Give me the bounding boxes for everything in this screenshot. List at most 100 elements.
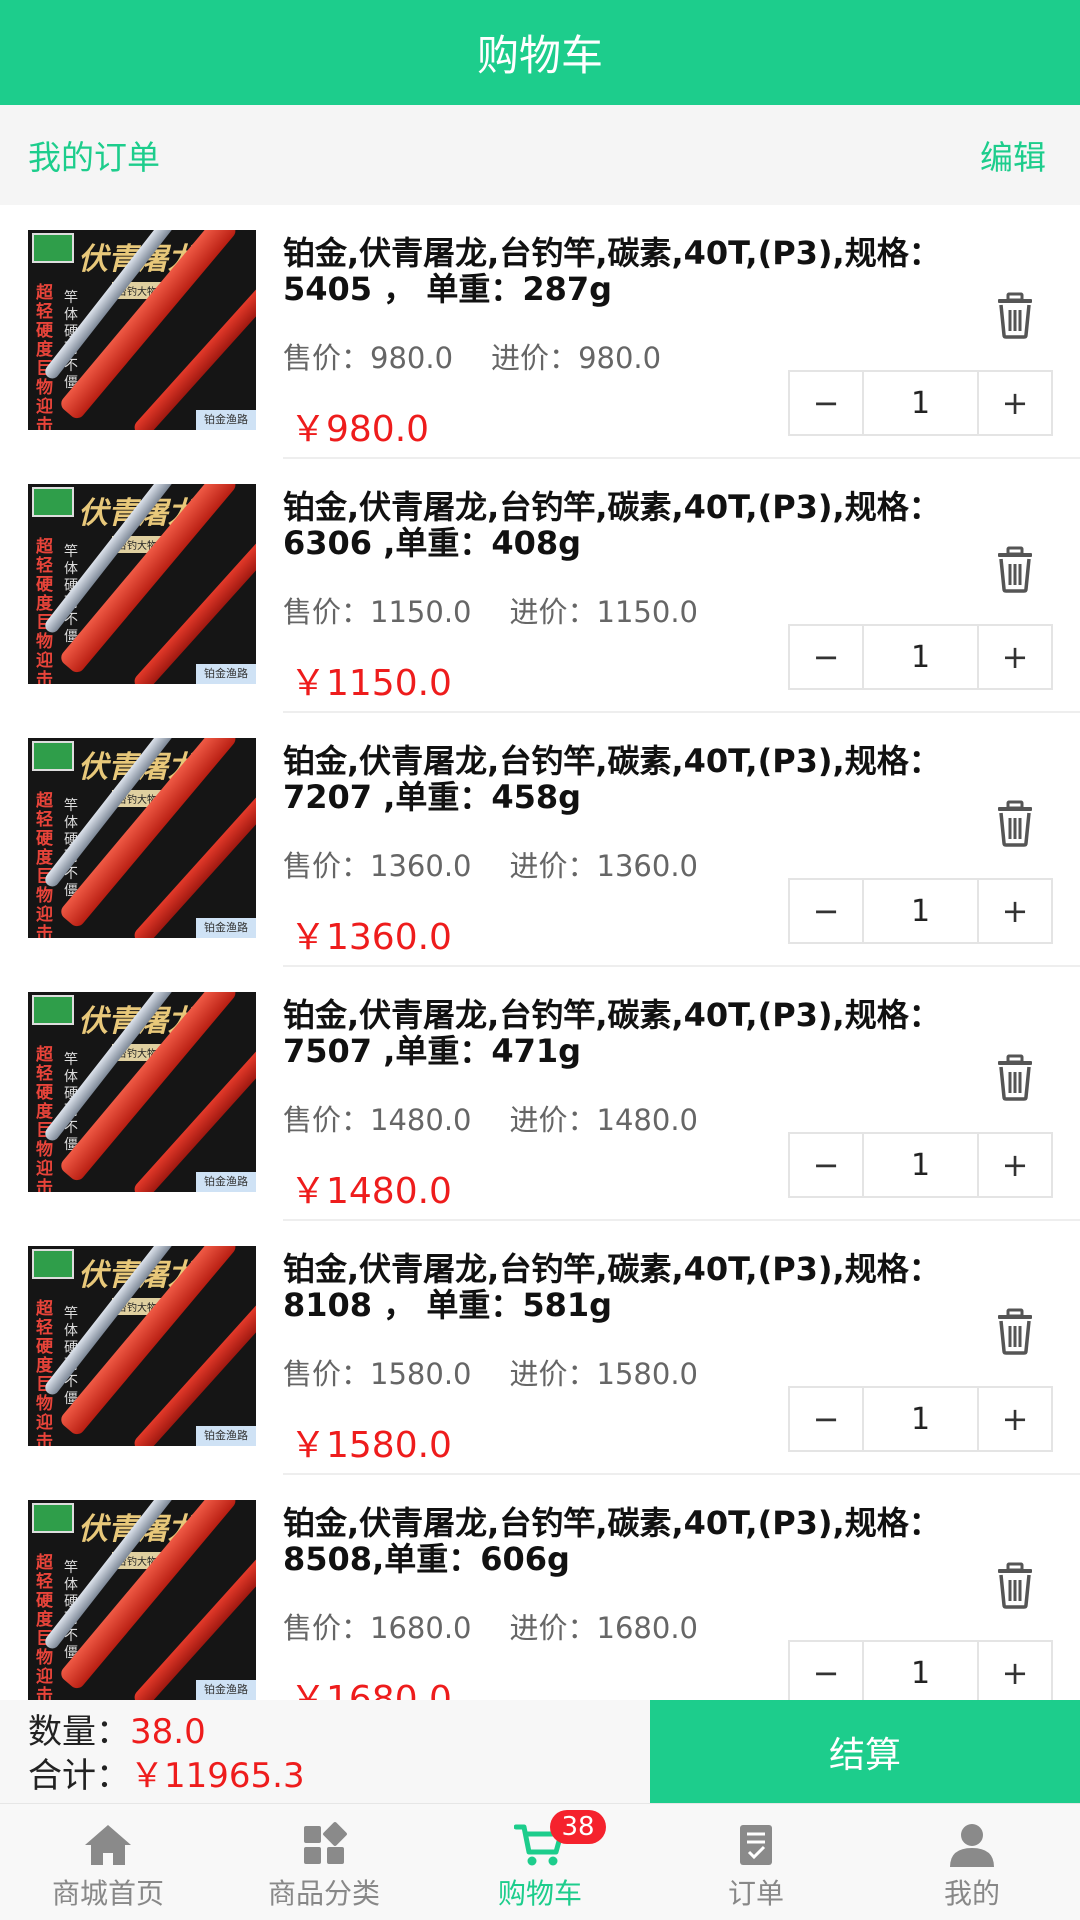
product-image-slogan-left: 超轻硬度巨物迎击	[36, 1299, 53, 1447]
cost-price-label: 进价：	[509, 1103, 597, 1137]
cart-item: 伏青屠龙 台钓大物竿 超轻硬度巨物迎击 竿体硬而不僵 铂金渔路 铂金,伏青屠龙,…	[0, 1221, 1080, 1475]
increase-button[interactable]: +	[979, 880, 1051, 942]
decrease-button[interactable]: −	[790, 1134, 862, 1196]
my-orders-link[interactable]: 我的订单	[28, 131, 160, 179]
count-value: 38.0	[130, 1712, 206, 1752]
item-price: ￥1680.0	[290, 1679, 452, 1700]
sale-price-label: 售价：	[283, 1357, 371, 1391]
price-info: 售价：1680.0 进价：1680.0	[283, 1605, 698, 1647]
product-image-slogan-left: 超轻硬度巨物迎击	[36, 283, 53, 431]
cost-price-label: 进价：	[509, 1357, 597, 1391]
product-image-slogan-left: 超轻硬度巨物迎击	[36, 537, 53, 685]
cost-price-label: 进价：	[509, 849, 597, 883]
trash-icon[interactable]	[990, 290, 1040, 340]
trash-icon[interactable]	[990, 798, 1040, 848]
sale-price-label: 售价：	[283, 341, 371, 375]
quantity-value[interactable]: 1	[862, 1642, 979, 1700]
tab-label: 购物车	[497, 1877, 582, 1910]
cost-price-value: 1360.0	[596, 849, 698, 883]
product-title: 铂金,伏青屠龙,台钓竿,碳素,40T,(P3),规格：7207 ,单重：458g	[283, 742, 941, 816]
price-info: 售价：1360.0 进价：1360.0	[283, 843, 698, 885]
product-title: 铂金,伏青屠龙,台钓竿,碳素,40T,(P3),规格：7507 ,单重：471g	[283, 996, 941, 1070]
product-image[interactable]: 伏青屠龙 台钓大物竿 超轻硬度巨物迎击 竿体硬而不僵 铂金渔路	[28, 738, 256, 938]
item-price: ￥1580.0	[290, 1425, 452, 1466]
product-image-caption: 铂金渔路	[196, 918, 256, 938]
brand-logo	[32, 1249, 74, 1279]
quantity-value[interactable]: 1	[862, 626, 979, 688]
increase-button[interactable]: +	[979, 372, 1051, 434]
trash-icon[interactable]	[990, 1306, 1040, 1356]
tab-profile[interactable]: 我的	[864, 1804, 1080, 1920]
tab-orders[interactable]: 订单	[648, 1804, 864, 1920]
sale-price-value: 1480.0	[370, 1103, 472, 1137]
quantity-stepper: − 1 +	[788, 1640, 1053, 1700]
decrease-button[interactable]: −	[790, 372, 862, 434]
cost-price-value: 1680.0	[596, 1611, 698, 1645]
tab-home[interactable]: 商城首页	[0, 1804, 216, 1920]
total-label: 合计：	[28, 1756, 130, 1796]
sale-price-value: 1360.0	[370, 849, 472, 883]
quantity-stepper: − 1 +	[788, 1386, 1053, 1452]
cost-price-label: 进价：	[509, 595, 597, 629]
decrease-button[interactable]: −	[790, 626, 862, 688]
tab-label: 我的	[943, 1877, 1000, 1910]
sale-price-value: 1680.0	[370, 1611, 472, 1645]
product-image[interactable]: 伏青屠龙 台钓大物竿 超轻硬度巨物迎击 竿体硬而不僵 铂金渔路	[28, 484, 256, 684]
quantity-value[interactable]: 1	[862, 1388, 979, 1450]
product-image-slogan-left: 超轻硬度巨物迎击	[36, 1045, 53, 1193]
tab-category[interactable]: 商品分类	[216, 1804, 432, 1920]
sale-price-label: 售价：	[283, 595, 371, 629]
cost-price-label: 进价：	[491, 341, 579, 375]
cart-subbar: 我的订单 编辑	[0, 105, 1080, 205]
cart-summary: 数量：38.0 合计：￥11965.3	[28, 1710, 305, 1798]
trash-icon[interactable]	[990, 1052, 1040, 1102]
quantity-stepper: − 1 +	[788, 624, 1053, 690]
bottom-tab-bar: 商城首页 商品分类 38 购物车 订单 我的	[0, 1803, 1080, 1920]
price-info: 售价：1480.0 进价：1480.0	[283, 1097, 698, 1139]
brand-logo	[32, 487, 74, 517]
cost-price-label: 进价：	[509, 1611, 597, 1645]
tab-cart[interactable]: 38 购物车	[432, 1804, 648, 1920]
trash-icon[interactable]	[990, 1560, 1040, 1610]
increase-button[interactable]: +	[979, 1642, 1051, 1700]
product-image[interactable]: 伏青屠龙 台钓大物竿 超轻硬度巨物迎击 竿体硬而不僵 铂金渔路	[28, 992, 256, 1192]
tab-label: 商城首页	[51, 1877, 164, 1910]
item-price: ￥1150.0	[290, 663, 452, 704]
settle-button[interactable]: 结算	[650, 1700, 1080, 1803]
cart-item-list[interactable]: 伏青屠龙 台钓大物竿 超轻硬度巨物迎击 竿体硬而不僵 铂金渔路 铂金,伏青屠龙,…	[0, 205, 1080, 1700]
product-title: 铂金,伏青屠龙,台钓竿,碳素,40T,(P3),规格：8108 ， 单重：581…	[283, 1250, 941, 1324]
item-price: ￥1480.0	[290, 1171, 452, 1212]
cost-price-value: 1580.0	[596, 1357, 698, 1391]
sale-price-label: 售价：	[283, 1611, 371, 1645]
product-image[interactable]: 伏青屠龙 台钓大物竿 超轻硬度巨物迎击 竿体硬而不僵 铂金渔路	[28, 1246, 256, 1446]
product-image-caption: 铂金渔路	[196, 410, 256, 430]
brand-logo	[32, 741, 74, 771]
quantity-value[interactable]: 1	[862, 372, 979, 434]
tab-label: 商品分类	[267, 1877, 380, 1910]
decrease-button[interactable]: −	[790, 1388, 862, 1450]
quantity-value[interactable]: 1	[862, 1134, 979, 1196]
product-image-caption: 铂金渔路	[196, 664, 256, 684]
product-image[interactable]: 伏青屠龙 台钓大物竿 超轻硬度巨物迎击 竿体硬而不僵 铂金渔路	[28, 230, 256, 430]
edit-button[interactable]: 编辑	[980, 131, 1046, 179]
quantity-stepper: − 1 +	[788, 1132, 1053, 1198]
order-icon	[740, 1825, 772, 1865]
cart-item: 伏青屠龙 台钓大物竿 超轻硬度巨物迎击 竿体硬而不僵 铂金渔路 铂金,伏青屠龙,…	[0, 205, 1080, 459]
price-info: 售价：980.0 进价：980.0	[283, 335, 661, 377]
decrease-button[interactable]: −	[790, 1642, 862, 1700]
trash-icon[interactable]	[990, 544, 1040, 594]
quantity-value[interactable]: 1	[862, 880, 979, 942]
increase-button[interactable]: +	[979, 626, 1051, 688]
brand-logo	[32, 995, 74, 1025]
decrease-button[interactable]: −	[790, 880, 862, 942]
product-image[interactable]: 伏青屠龙 台钓大物竿 超轻硬度巨物迎击 竿体硬而不僵 铂金渔路	[28, 1500, 256, 1700]
increase-button[interactable]: +	[979, 1134, 1051, 1196]
cart-item: 伏青屠龙 台钓大物竿 超轻硬度巨物迎击 竿体硬而不僵 铂金渔路 铂金,伏青屠龙,…	[0, 459, 1080, 713]
product-image-slogan-left: 超轻硬度巨物迎击	[36, 791, 53, 939]
header-bar: 购物车	[0, 0, 1080, 105]
quantity-stepper: − 1 +	[788, 878, 1053, 944]
increase-button[interactable]: +	[979, 1388, 1051, 1450]
sale-price-value: 1150.0	[370, 595, 472, 629]
price-info: 售价：1580.0 进价：1580.0	[283, 1351, 698, 1393]
cost-price-value: 1150.0	[596, 595, 698, 629]
